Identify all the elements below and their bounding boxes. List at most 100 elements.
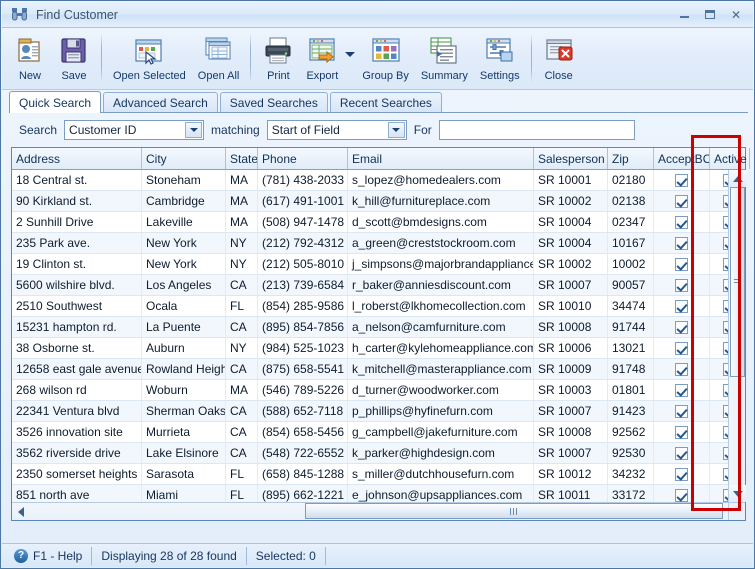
cell-phone: (588) 652-7118 <box>258 401 348 421</box>
column-header-salesperson[interactable]: Salesperson <box>534 148 608 169</box>
table-row[interactable]: 12658 east gale avenueRowland HeightsCA(… <box>12 359 728 380</box>
checkbox-acceptbo[interactable] <box>675 236 688 250</box>
close-button[interactable]: ✕ <box>724 5 748 24</box>
cell-email: s_lopez@homedealers.com <box>348 170 534 190</box>
match-mode-dropdown[interactable]: Start of Field <box>266 120 407 140</box>
quick-search-bar: Search Customer ID matching Start of Fie… <box>9 117 748 143</box>
tab-recent-searches[interactable]: Recent Searches <box>329 92 442 112</box>
horizontal-scroll-thumb[interactable] <box>305 503 723 519</box>
cell-address: 268 wilson rd <box>12 380 142 400</box>
tab-quick-search[interactable]: Quick Search <box>9 91 102 113</box>
cell-acceptbo <box>654 275 710 295</box>
table-row[interactable]: 2510 Southwest Ocala FL (854) 285-9586 l_rob… <box>12 296 728 317</box>
column-header-zip[interactable]: Zip <box>608 148 654 169</box>
cell-acceptbo <box>654 443 710 463</box>
checkbox-acceptbo[interactable] <box>675 320 688 334</box>
table-row[interactable]: 19 Clinton st. New York NY (212) 505-8010 j_… <box>12 254 728 275</box>
toolbar-button-open-all[interactable]: Open All <box>192 32 246 88</box>
horizontal-scrollbar[interactable] <box>12 502 728 520</box>
toolbar-button-new[interactable]: New <box>8 32 52 88</box>
table-row[interactable]: 3562 riverside drive Lake Elsinore CA (548)… <box>12 443 728 464</box>
toolbar-button-close[interactable]: Close <box>537 32 581 88</box>
cell-city: Los Angeles <box>142 275 226 295</box>
table-row[interactable]: 268 wilson rd Woburn MA (546) 789-5226 d_tur… <box>12 380 728 401</box>
vertical-scroll-thumb[interactable] <box>730 187 745 377</box>
checkbox-acceptbo[interactable] <box>675 425 688 439</box>
vertical-scrollbar[interactable] <box>728 170 746 502</box>
checkbox-acceptbo[interactable] <box>675 467 688 481</box>
cell-active <box>710 485 728 502</box>
cell-active <box>710 317 728 337</box>
grid-body[interactable]: 18 Central st. Stoneham MA (781) 438-2033 s_… <box>12 170 728 502</box>
checkbox-acceptbo[interactable] <box>675 215 688 229</box>
checkbox-acceptbo[interactable] <box>675 404 688 418</box>
toolbar-button-save[interactable]: Save <box>52 32 96 88</box>
cell-phone: (781) 438-2033 <box>258 170 348 190</box>
maximize-button[interactable] <box>698 5 722 24</box>
search-field-dropdown[interactable]: Customer ID <box>64 120 205 140</box>
cell-address: 38 Osborne st. <box>12 338 142 358</box>
export-dropdown-button[interactable] <box>344 32 356 88</box>
column-header-city[interactable]: City <box>142 148 226 169</box>
cell-acceptbo <box>654 485 710 502</box>
column-header-email[interactable]: Email <box>348 148 534 169</box>
table-row[interactable]: 2 Sunhill Drive Lakeville MA (508) 947-1478… <box>12 212 728 233</box>
cell-zip: 91744 <box>608 317 654 337</box>
settings-icon <box>484 35 516 67</box>
cell-city: La Puente <box>142 317 226 337</box>
checkbox-acceptbo[interactable] <box>675 362 688 376</box>
cell-phone: (508) 947-1478 <box>258 212 348 232</box>
checkbox-acceptbo[interactable] <box>675 488 688 502</box>
scroll-down-button[interactable] <box>729 485 746 502</box>
cell-zip: 34232 <box>608 464 654 484</box>
toolbar-button-group-by[interactable]: Group By <box>356 32 414 88</box>
table-row[interactable]: 22341 Ventura blvd Sherman Oaks CA (588) 65… <box>12 401 728 422</box>
cell-zip: 33172 <box>608 485 654 502</box>
scroll-up-button[interactable] <box>729 170 746 187</box>
cell-zip: 34474 <box>608 296 654 316</box>
search-term-input[interactable] <box>438 120 635 140</box>
minimize-button[interactable] <box>672 5 696 24</box>
toolbar-button-export[interactable]: Export <box>300 32 344 88</box>
column-header-active[interactable]: Active <box>710 148 750 169</box>
table-row[interactable]: 3526 innovation site Murrieta CA (854) 658-… <box>12 422 728 443</box>
chevron-down-icon[interactable] <box>387 122 405 138</box>
cell-address: 2 Sunhill Drive <box>12 212 142 232</box>
checkbox-acceptbo[interactable] <box>675 341 688 355</box>
table-row[interactable]: 851 north ave Miami FL (895) 662-1221 e_john… <box>12 485 728 502</box>
help-status-segment[interactable]: ? F1 - Help <box>10 546 93 565</box>
toolbar-button-settings[interactable]: Settings <box>474 32 526 88</box>
tab-saved-searches[interactable]: Saved Searches <box>219 92 328 112</box>
toolbar-button-print[interactable]: Print <box>256 32 300 88</box>
toolbar-button-open-selected[interactable]: Open Selected <box>107 32 192 88</box>
scroll-left-button[interactable] <box>12 503 29 520</box>
cell-salesperson: SR 10012 <box>534 464 608 484</box>
cell-address: 2350 somerset heights <box>12 464 142 484</box>
cell-acceptbo <box>654 317 710 337</box>
table-row[interactable]: 15231 hampton rd. La Puente CA (895) 854-78… <box>12 317 728 338</box>
cell-city: Rowland Heights <box>142 359 226 379</box>
horizontal-scroll-track[interactable] <box>29 503 723 520</box>
chevron-down-icon[interactable] <box>185 122 203 138</box>
column-header-acceptbo[interactable]: AcceptBO <box>654 148 710 169</box>
table-row[interactable]: 90 Kirkland st. Cambridge MA (617) 491-1001… <box>12 191 728 212</box>
checkbox-acceptbo[interactable] <box>675 299 688 313</box>
toolbar-separator <box>101 33 102 83</box>
column-header-phone[interactable]: Phone <box>258 148 348 169</box>
tab-advanced-search[interactable]: Advanced Search <box>103 92 218 112</box>
table-row[interactable]: 5600 wilshire blvd. Los Angeles CA (213) 73… <box>12 275 728 296</box>
column-header-state[interactable]: State <box>226 148 258 169</box>
checkbox-acceptbo[interactable] <box>675 173 688 187</box>
table-row[interactable]: 38 Osborne st. Auburn NY (984) 525-1023 h_ca… <box>12 338 728 359</box>
table-row[interactable]: 18 Central st. Stoneham MA (781) 438-2033 s_… <box>12 170 728 191</box>
checkbox-acceptbo[interactable] <box>675 278 688 292</box>
checkbox-acceptbo[interactable] <box>675 446 688 460</box>
checkbox-acceptbo[interactable] <box>675 383 688 397</box>
table-row[interactable]: 2350 somerset heights Sarasota FL (658) 845… <box>12 464 728 485</box>
toolbar-button-summary[interactable]: Summary <box>415 32 474 88</box>
checkbox-acceptbo[interactable] <box>675 194 688 208</box>
checkbox-acceptbo[interactable] <box>675 257 688 271</box>
cell-salesperson: SR 10004 <box>534 212 608 232</box>
column-header-address[interactable]: Address <box>12 148 142 169</box>
table-row[interactable]: 235 Park ave. New York NY (212) 792-4312 a_g… <box>12 233 728 254</box>
